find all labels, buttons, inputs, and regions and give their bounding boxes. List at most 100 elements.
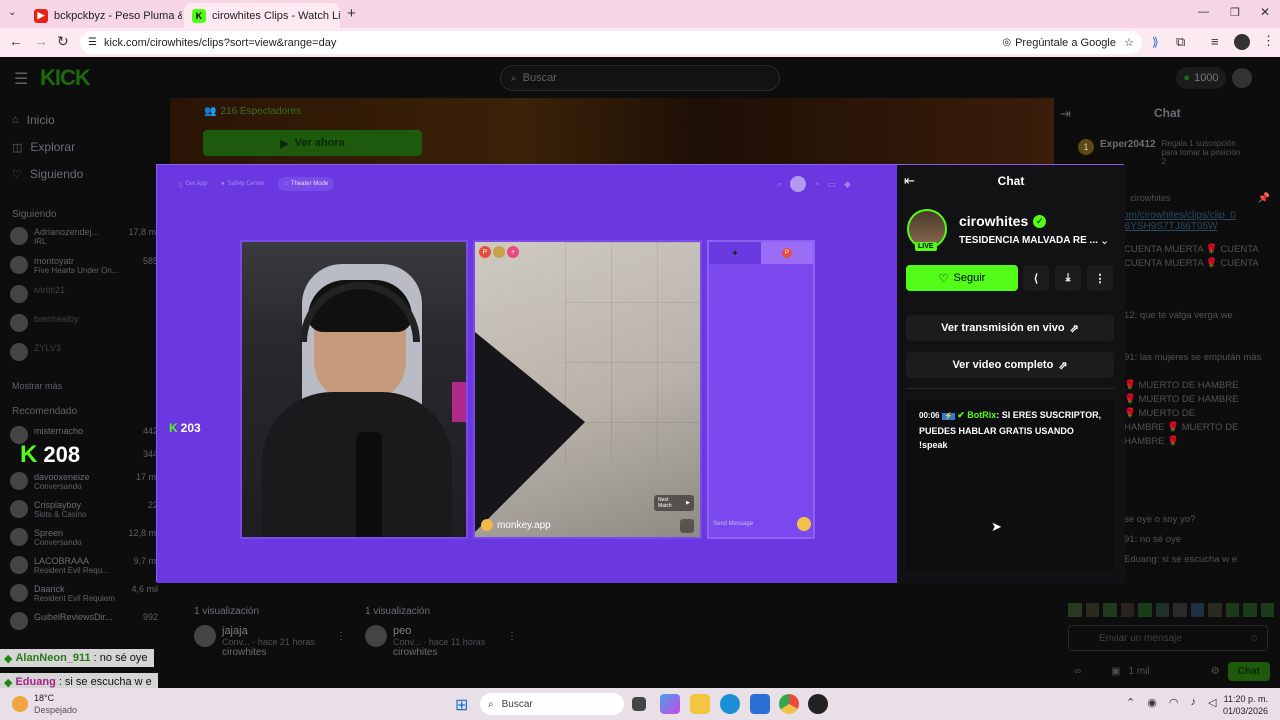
emote-icon[interactable] (1173, 603, 1187, 617)
list-item[interactable]: Daarick Resident Evil Requiem 4,6 mil (10, 584, 158, 612)
list-item[interactable]: Spreen Conversando 12,8 mi (10, 528, 158, 556)
tray-chevron-icon[interactable]: ⌃ (1126, 696, 1135, 709)
emote-icon[interactable] (1120, 603, 1134, 617)
watch-live-button[interactable]: Ver transmisión en vivo ⇗ (906, 315, 1114, 341)
clip-menu-icon[interactable]: ⋮ (507, 631, 517, 642)
history-icon[interactable]: ◔ (814, 179, 819, 189)
clip-video-area[interactable]: ▯ Get App ● Safety Center ◌ Theater Mode ⌕ … (157, 165, 897, 583)
taskbar-search[interactable]: ⌕ Buscar (480, 693, 624, 715)
sidebar-item-following[interactable]: ♡ Siguiendo (12, 167, 83, 181)
maximize-icon[interactable]: ❐ (1230, 6, 1240, 19)
clock[interactable]: 11:20 p. m. 01/03/2026 (1222, 693, 1268, 717)
infinity-icon[interactable]: ∞ (1074, 666, 1081, 677)
wifi-icon[interactable]: ◠ (1169, 696, 1179, 709)
emote-icon[interactable] (1085, 603, 1099, 617)
emote-icon[interactable] (1155, 603, 1169, 617)
list-item[interactable]: GuibelReviewsDir... 992 (10, 612, 158, 634)
media-icon[interactable]: ≡ (1211, 34, 1219, 49)
emote-icon[interactable] (1243, 603, 1257, 617)
reload-icon[interactable]: ↻ (57, 33, 69, 50)
search-icon[interactable]: ⌕ (777, 179, 782, 190)
show-more-link[interactable]: Mostrar más (12, 381, 62, 391)
list-item[interactable]: brenhealby (10, 314, 158, 343)
list-item[interactable]: montoyatr Five Hearts Under On... 585 (10, 256, 158, 285)
system-tray[interactable]: ⌃ ◉ ◠ ♪ ◁ (1126, 696, 1216, 709)
clip-card[interactable]: 1 visualización jajaja Conv... · hace 21 … (194, 606, 354, 676)
settings-icon[interactable]: ⚙ (1211, 666, 1220, 677)
tab-inactive[interactable]: ▶ bckpckbyz - Peso Pluma & Tito ✕ (26, 3, 182, 28)
store-icon[interactable] (750, 694, 770, 714)
volume-icon[interactable]: ◁ (1208, 696, 1216, 709)
new-tab-icon[interactable]: + (347, 5, 356, 22)
kick-logo[interactable]: KICK (40, 65, 91, 91)
chat-input[interactable]: Enviar un mensaje ☺ (1068, 625, 1268, 651)
search-input[interactable]: ⌕ Buscar (500, 65, 780, 91)
download-icon[interactable]: ⤓ (1055, 265, 1081, 291)
theater-mode-link[interactable]: ◌ Theater Mode (278, 177, 335, 191)
expand-chevron-icon[interactable]: ⌄ (1100, 234, 1109, 247)
extension-icon[interactable]: ⟫ (1152, 35, 1159, 49)
chrome-icon[interactable] (779, 694, 799, 714)
windows-start-icon[interactable]: ⊞ (455, 695, 468, 715)
clip-card[interactable]: 1 visualización peo Conv... · hace 11 hor… (365, 606, 525, 676)
profile-avatar[interactable] (1234, 34, 1250, 50)
next-match-button[interactable]: Next Match ▶ (654, 495, 694, 511)
close-window-icon[interactable]: ✕ (1260, 5, 1270, 19)
share-icon[interactable]: ⟨ (1023, 265, 1049, 291)
list-item[interactable]: Crisplayboy Slots & Casino 22 (10, 500, 158, 528)
mic-icon[interactable]: ♪ (1190, 696, 1196, 709)
send-message-field[interactable]: Send Message (713, 515, 811, 533)
menu-dots-icon[interactable]: ⋮ (1262, 33, 1275, 49)
back-icon[interactable]: ← (9, 33, 23, 49)
chat-tab[interactable]: P (761, 242, 813, 264)
pinned-link[interactable]: com/cirowhites/clips/clip_0 P6YSH9S7TJ86… (1118, 210, 1270, 232)
user-avatar[interactable] (1232, 68, 1252, 88)
list-item[interactable]: ivirbti21 (10, 285, 158, 314)
site-info-icon[interactable]: ☰ (88, 37, 97, 48)
clip-menu-icon[interactable]: ⋮ (336, 631, 346, 642)
points-badge[interactable]: ● 1000 (1176, 67, 1226, 89)
widgets-icon[interactable] (660, 694, 680, 714)
emote-icon[interactable] (1138, 603, 1152, 617)
send-chat-button[interactable]: Chat (1227, 661, 1270, 681)
list-item[interactable]: ZYLV3 (10, 343, 158, 372)
follow-button[interactable]: ♡ Seguir (906, 265, 1018, 291)
emote-icon[interactable] (1190, 603, 1204, 617)
chat-tab-active[interactable]: ✦ (709, 242, 761, 264)
watch-full-video-button[interactable]: Ver video completo ⇗ (906, 352, 1114, 378)
gem-icon[interactable]: ◆ (844, 179, 851, 190)
ask-google-chip[interactable]: ◎ Pregúntale a Google (1002, 37, 1116, 49)
file-explorer-icon[interactable] (690, 694, 710, 714)
list-item[interactable]: davooxeneize Conversando 17 mi (10, 472, 158, 500)
list-item[interactable]: Adrianozendej... IRL 17,8 mi (10, 227, 158, 256)
weather-widget[interactable]: 18°C Despejado (12, 692, 77, 716)
tab-active[interactable]: K cirowhites Clips - Watch Liv 🔊 ✕ (184, 3, 340, 28)
puzzle-icon[interactable]: ⧉ (1176, 34, 1185, 50)
edge-icon[interactable] (720, 694, 740, 714)
more-options-icon[interactable]: ⋮ (1087, 265, 1113, 291)
emote-icon[interactable] (1068, 603, 1082, 617)
url-field[interactable]: ☰ kick.com/cirowhites/clips?sort=view&ra… (80, 31, 1142, 54)
emote-row[interactable] (1068, 603, 1274, 619)
task-view-icon[interactable] (632, 697, 646, 711)
get-app-link[interactable]: ▯ Get App (179, 181, 207, 188)
app-icon[interactable] (808, 694, 828, 714)
sidebar-item-explore[interactable]: ◫ Explorar (12, 140, 75, 154)
list-item[interactable]: LACOBRAAA Resident Evil Requ... 9,7 mi (10, 556, 158, 584)
forward-icon[interactable]: → (34, 33, 48, 49)
sidebar-item-home[interactable]: ⌂ Inicio (12, 113, 55, 127)
hamburger-icon[interactable]: ☰ (14, 69, 28, 89)
emoji-icon[interactable]: ☺ (1249, 633, 1259, 644)
tab-search-icon[interactable]: ⌄ (8, 7, 16, 18)
safety-center-link[interactable]: ● Safety Center (221, 181, 264, 187)
network-icon[interactable]: ◉ (1147, 696, 1157, 709)
report-icon[interactable] (680, 519, 694, 533)
channel-name[interactable]: cirowhites (959, 213, 1028, 229)
emote-icon[interactable] (1225, 603, 1239, 617)
gift-icon[interactable] (797, 517, 811, 531)
emote-icon[interactable] (1208, 603, 1222, 617)
emote-icon[interactable] (1260, 603, 1274, 617)
emote-icon[interactable] (1103, 603, 1117, 617)
message-user[interactable]: BotRix (967, 410, 996, 420)
watch-now-button[interactable]: ▶ Ver ahora (203, 130, 422, 156)
